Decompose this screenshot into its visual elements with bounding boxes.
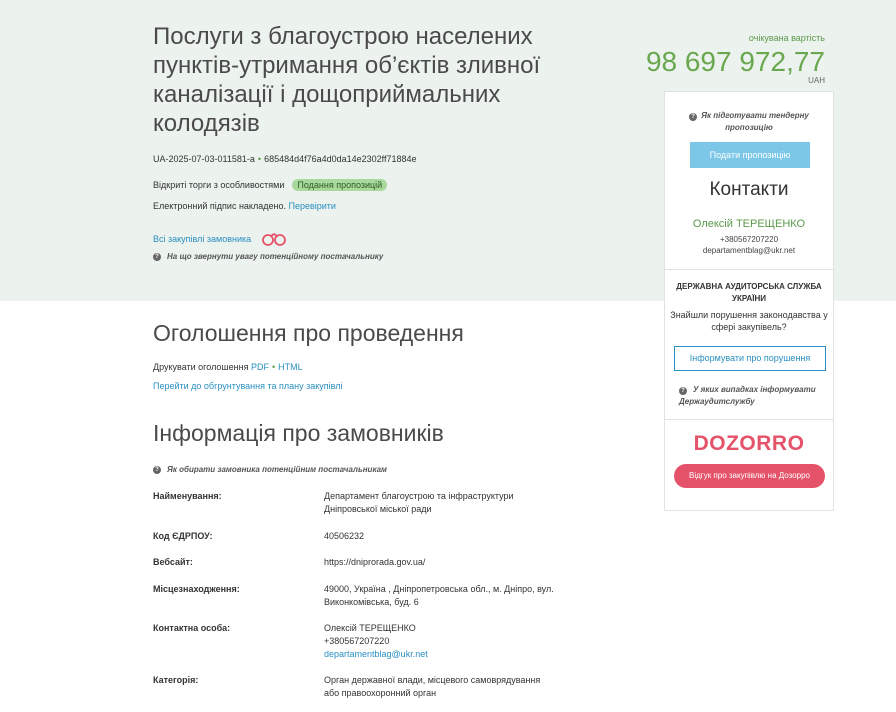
customer-choice-hint[interactable]: ? Як обирати замовника потенційним поста… [153,465,387,474]
contact-person-name: Олексій ТЕРЕЩЕНКО [324,623,416,633]
field-label: Контактна особа: [153,623,231,633]
supplier-attention-hint[interactable]: ? На що звернути увагу потенційному пост… [153,252,383,261]
field-label: Місцезнаходження: [153,584,240,594]
contact-name: Олексій ТЕРЕЩЕНКО [692,218,806,230]
procedure-type: Відкриті торги з особливостями [153,180,285,190]
divider [665,269,833,270]
expected-price-label: очікувана вартість [748,33,825,43]
audit-question: Знайшли порушення законодавства у сфері … [670,310,828,332]
prepare-offer-hint-text: Як підготувати тендерну пропозицію [701,111,809,132]
procedure-line: Відкриті торги з особливостями Подання п… [153,179,388,191]
question-icon: ? [153,465,161,474]
customer-website-link[interactable]: https://dniprorada.gov.ua/ [324,556,554,569]
audit-hint-text: У яких випадках інформувати Держаудитслу… [679,385,816,406]
tender-id-line: UA-2025-07-03-011581-a • 685484d4f76a4d0da… [153,154,417,164]
contact-phone: +380567207220 [719,235,779,244]
dozorro-feedback-button[interactable]: Відгук про закупівлю на Дозорро [674,464,825,488]
separator-dot: • [257,154,262,164]
print-pdf-link[interactable]: PDF [251,362,269,372]
verify-signature-link[interactable]: Перевірити [288,201,335,211]
tender-id: UA-2025-07-03-011581-a [153,154,255,164]
customer-name: Департамент благоустрою та інфраструктур… [324,491,514,514]
question-icon: ? [679,387,687,395]
question-icon: ? [689,113,698,121]
print-announcement-line: Друкувати оголошення PDF • HTML [153,362,303,372]
tender-title: Послуги з благоустрою населених пунктів-… [153,23,541,137]
customer-edrpou: 40506232 [324,531,365,541]
submit-offer-button[interactable]: Подати пропозицію [690,142,810,168]
field-label: Найменування: [153,491,222,501]
all-purchases-row: Всі закупівлі замовника [153,232,287,246]
field-label: Вебсайт: [153,557,193,567]
signature-text: Електронний підпис накладено. [153,201,286,211]
print-label: Друкувати оголошення [153,362,249,372]
field-label: Код ЄДРПОУ: [153,531,213,541]
dozorro-logo: DOZORRO [693,432,805,455]
announcement-title: Оголошення про проведення [153,320,464,346]
price-currency: UAH [808,76,825,85]
contact-person-phone: +380567207220 [324,636,390,646]
prepare-offer-hint[interactable]: ? Як підготувати тендерну пропозицію [665,110,833,134]
separator-dot: • [272,362,276,372]
audit-service-title: ДЕРЖАВНА АУДИТОРСЬКА СЛУЖБА УКРАЇНИ [676,282,822,303]
customer-choice-hint-text: Як обирати замовника потенційним постача… [167,465,387,474]
report-violation-button[interactable]: Інформувати про порушення [674,346,826,371]
status-badge: Подання пропозицій [292,179,388,191]
expected-price-value: 98 697 972,77 [645,46,825,77]
customer-contact: Олексій ТЕРЕЩЕНКО +380567207220 departam… [324,622,554,661]
binoculars-icon[interactable] [261,232,287,246]
contact-person-email-link[interactable]: departamentblag@ukr.net [324,648,554,661]
procurement-plan-link[interactable]: Перейти до обгрунтування та плану закупі… [153,381,342,391]
question-icon: ? [153,252,161,261]
tender-hash: 685484d4f76a4d0da14e2302ff71884e [264,154,417,164]
supplier-attention-hint-text: На що звернути увагу потенційному постач… [167,252,384,261]
all-purchases-link[interactable]: Всі закупівлі замовника [153,234,251,244]
divider [665,419,833,420]
field-label: Категорія: [153,675,199,685]
contacts-heading: Контакти [709,179,789,200]
customer-category: Орган державної влади, місцевого самовря… [324,675,541,698]
audit-hint[interactable]: ? У яких випадках інформувати Держаудитсл… [665,384,833,408]
contact-email: departamentblag@ukr.net [702,246,796,255]
signature-line: Електронний підпис накладено. Перевірити [153,201,336,211]
sidebar-panel: ? Як підготувати тендерну пропозицію Пода… [664,91,834,511]
customer-address: 49000, Україна , Дніпропетровська обл., … [324,584,554,607]
customer-info-title: Інформація про замовників [153,420,444,446]
print-html-link[interactable]: HTML [278,362,303,372]
